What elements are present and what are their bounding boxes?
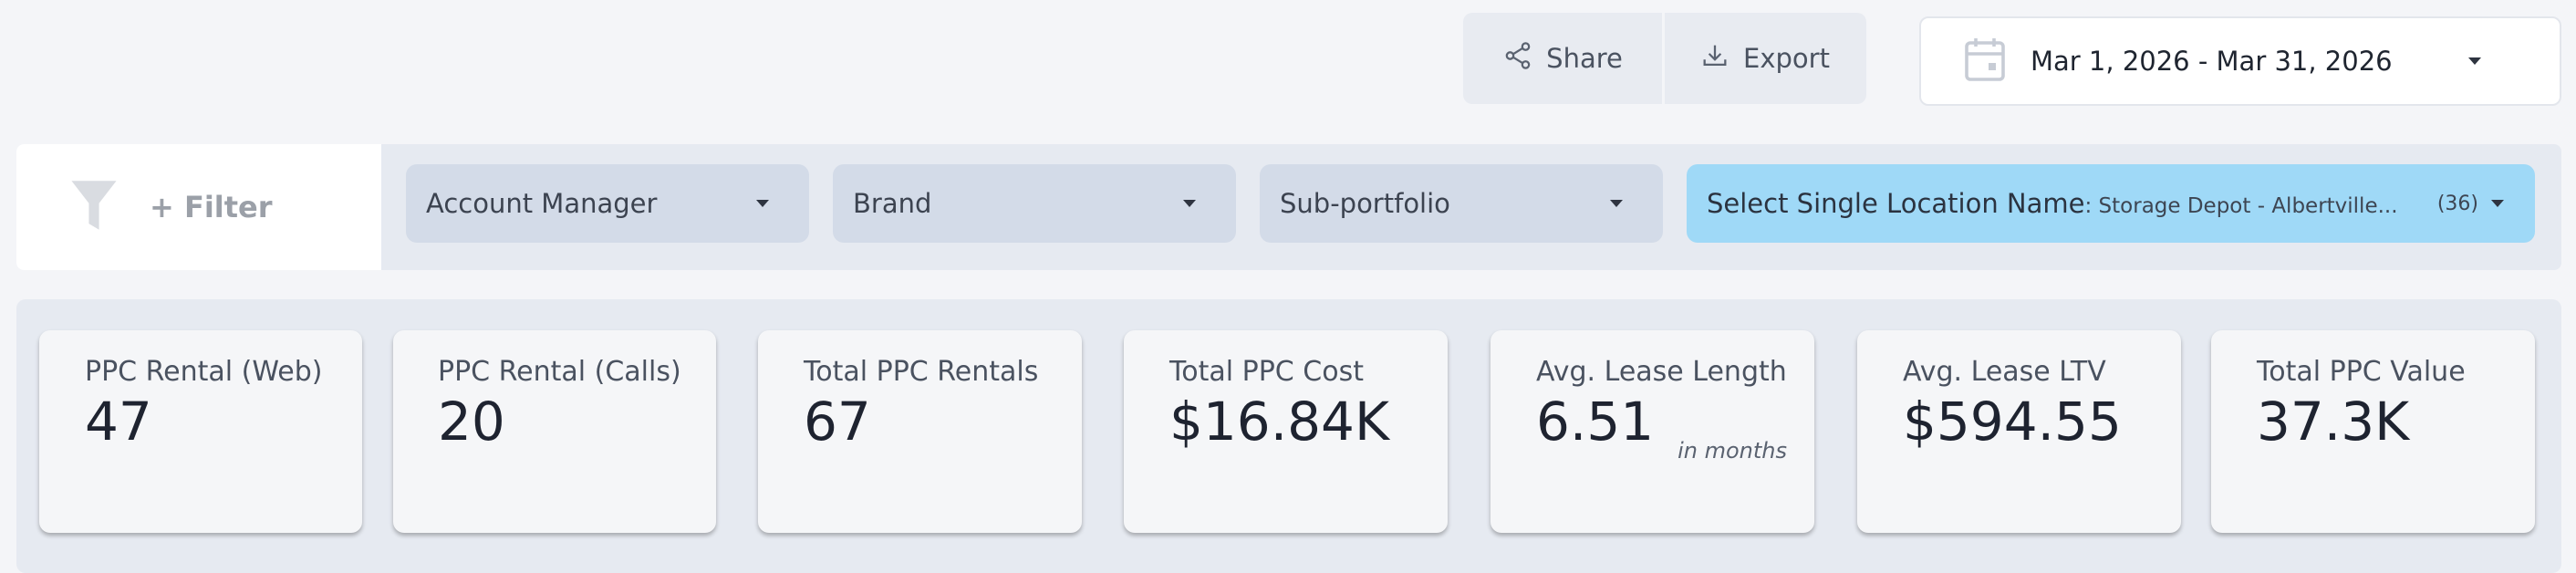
location-dropdown[interactable]: Select Single Location Name: Storage Dep… (1687, 164, 2535, 243)
kpi-value: $594.55 (1903, 391, 2122, 453)
kpi-card-avg-lease-length: Avg. Lease Length 6.51 in months (1491, 330, 1814, 533)
dropdown-label: Brand (853, 188, 932, 219)
chevron-down-icon (1610, 200, 1623, 207)
sub-portfolio-dropdown[interactable]: Sub-portfolio (1260, 164, 1663, 243)
dropdown-label: Account Manager (426, 188, 658, 219)
kpi-value: 67 (804, 391, 871, 453)
kpi-card-ppc-rental-web: PPC Rental (Web) 47 (39, 330, 362, 533)
share-button[interactable]: Share (1463, 13, 1662, 104)
kpi-card-total-ppc-rentals: Total PPC Rentals 67 (758, 330, 1082, 533)
kpi-label: Total PPC Value (2257, 356, 2466, 388)
chevron-down-icon (1183, 200, 1196, 207)
share-label: Share (1546, 43, 1623, 74)
kpi-unit: in months (1678, 438, 1787, 464)
kpi-label: Total PPC Rentals (804, 356, 1039, 388)
kpi-label: Avg. Lease Length (1536, 356, 1787, 388)
funnel-icon (69, 179, 119, 235)
location-dropdown-label: Select Single Location Name (1707, 188, 2085, 219)
kpi-label: PPC Rental (Calls) (438, 356, 681, 388)
dropdown-label: Sub-portfolio (1280, 188, 1450, 219)
action-button-group: Share Export (1463, 13, 1866, 104)
kpi-card-avg-lease-ltv: Avg. Lease LTV $594.55 (1857, 330, 2181, 533)
brand-dropdown[interactable]: Brand (833, 164, 1236, 243)
chevron-down-icon (2468, 57, 2481, 65)
share-icon (1502, 40, 1533, 78)
kpi-card-total-ppc-cost: Total PPC Cost $16.84K (1124, 330, 1448, 533)
kpi-label: PPC Rental (Web) (85, 356, 323, 388)
chevron-down-icon (2491, 200, 2504, 207)
date-range-value: Mar 1, 2026 - Mar 31, 2026 (2031, 46, 2393, 77)
kpi-value: 37.3K (2257, 391, 2410, 453)
date-range-picker[interactable]: Mar 1, 2026 - Mar 31, 2026 (1919, 16, 2561, 106)
location-selected-value: : Storage Depot - Albertville... (2084, 194, 2398, 218)
kpi-value: 47 (85, 391, 152, 453)
export-label: Export (1743, 43, 1830, 74)
top-toolbar: Share Export Mar 1, 2026 - Mar 31, 2026 (0, 0, 2576, 137)
account-manager-dropdown[interactable]: Account Manager (406, 164, 809, 243)
kpi-value: $16.84K (1169, 391, 1389, 453)
add-filter-button[interactable]: + Filter (16, 144, 381, 270)
calendar-icon (1963, 36, 2007, 87)
location-count: (36) (2436, 192, 2478, 215)
kpi-card-ppc-rental-calls: PPC Rental (Calls) 20 (393, 330, 716, 533)
kpi-label: Total PPC Cost (1169, 356, 1364, 388)
export-button[interactable]: Export (1662, 13, 1864, 104)
download-icon (1699, 40, 1730, 78)
kpi-panel: PPC Rental (Web) 47 PPC Rental (Calls) 2… (16, 299, 2561, 573)
add-filter-label: + Filter (150, 190, 273, 224)
kpi-label: Avg. Lease LTV (1903, 356, 2106, 388)
filter-bar: + Filter Account Manager Brand Sub-portf… (16, 144, 2561, 270)
kpi-value: 20 (438, 391, 505, 453)
kpi-card-total-ppc-value: Total PPC Value 37.3K (2211, 330, 2535, 533)
kpi-value: 6.51 (1536, 391, 1655, 453)
chevron-down-icon (756, 200, 769, 207)
